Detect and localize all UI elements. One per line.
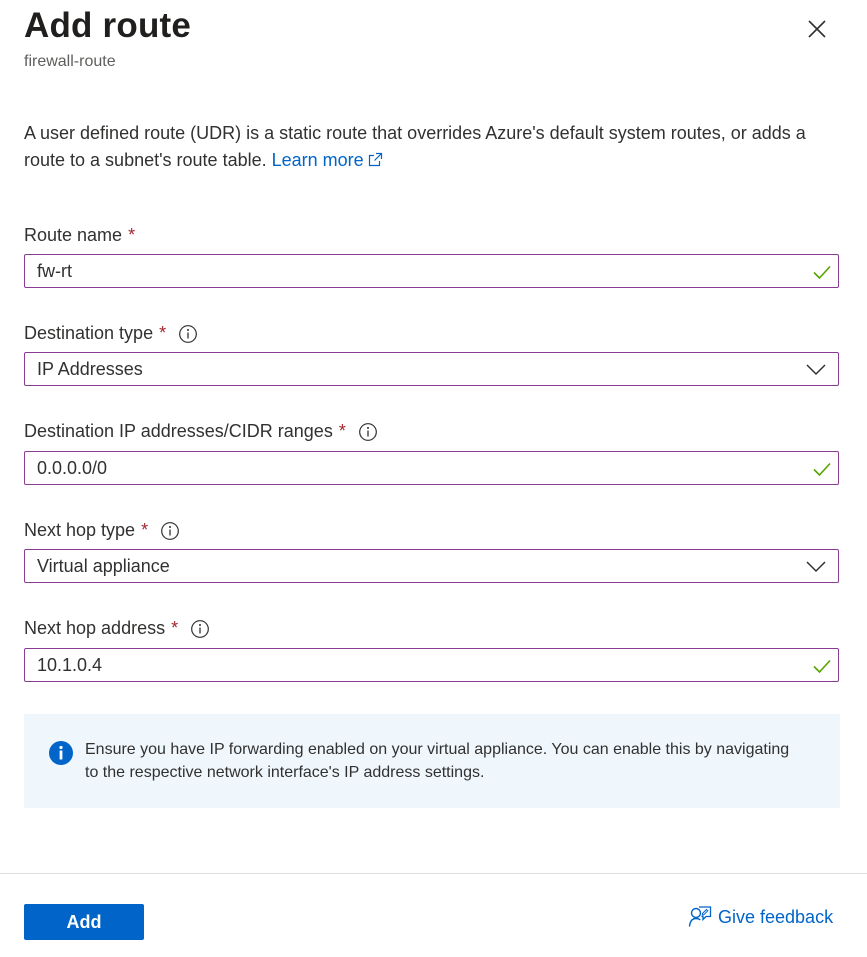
description: A user defined route (UDR) is a static r… xyxy=(24,120,844,175)
chevron-down-icon xyxy=(806,364,826,376)
route-name-input[interactable]: fw-rt xyxy=(24,254,839,288)
required-marker: * xyxy=(159,323,167,343)
required-marker: * xyxy=(171,618,179,638)
destination-ip-input[interactable]: 0.0.0.0/0 xyxy=(24,451,839,485)
required-marker: * xyxy=(338,421,346,441)
route-name-label: Route name * xyxy=(24,225,136,245)
required-marker: * xyxy=(141,520,149,540)
info-icon[interactable] xyxy=(160,521,180,541)
add-button[interactable]: Add xyxy=(24,904,144,940)
description-text: A user defined route (UDR) is a static r… xyxy=(24,123,806,170)
chevron-down-icon xyxy=(806,561,826,573)
destination-ip-value: 0.0.0.0/0 xyxy=(37,457,108,478)
next-hop-type-value: Virtual appliance xyxy=(37,555,170,576)
required-marker: * xyxy=(128,225,136,245)
checkmark-icon xyxy=(813,462,831,477)
checkmark-icon xyxy=(813,659,831,674)
close-button[interactable] xyxy=(800,12,834,46)
destination-type-value: IP Addresses xyxy=(37,358,143,379)
page-title: Add route xyxy=(24,6,192,45)
route-name-value: fw-rt xyxy=(37,260,72,281)
next-hop-address-input[interactable]: 10.1.0.4 xyxy=(24,648,839,682)
learn-more-link[interactable]: Learn more xyxy=(272,150,383,170)
next-hop-address-label: Next hop address * xyxy=(24,618,210,639)
destination-type-select[interactable]: IP Addresses xyxy=(24,352,839,386)
next-hop-type-select[interactable]: Virtual appliance xyxy=(24,549,839,583)
next-hop-address-value: 10.1.0.4 xyxy=(37,654,103,675)
feedback-icon xyxy=(688,906,712,927)
destination-ip-label: Destination IP addresses/CIDR ranges * xyxy=(24,421,378,442)
footer-divider xyxy=(0,873,867,874)
checkmark-icon xyxy=(813,265,831,280)
page-subtitle: firewall-route xyxy=(24,53,116,70)
close-icon xyxy=(808,20,826,38)
info-icon[interactable] xyxy=(190,619,210,639)
info-message-box: Ensure you have IP forwarding enabled on… xyxy=(24,714,840,808)
destination-type-label: Destination type * xyxy=(24,323,198,344)
info-message-text: Ensure you have IP forwarding enabled on… xyxy=(85,741,790,781)
give-feedback-label: Give feedback xyxy=(718,906,834,927)
info-filled-icon xyxy=(49,741,73,765)
give-feedback-link[interactable]: Give feedback xyxy=(688,905,833,929)
info-icon[interactable] xyxy=(178,324,198,344)
next-hop-type-label: Next hop type * xyxy=(24,520,180,541)
info-icon[interactable] xyxy=(358,422,378,442)
external-link-icon xyxy=(368,148,383,175)
